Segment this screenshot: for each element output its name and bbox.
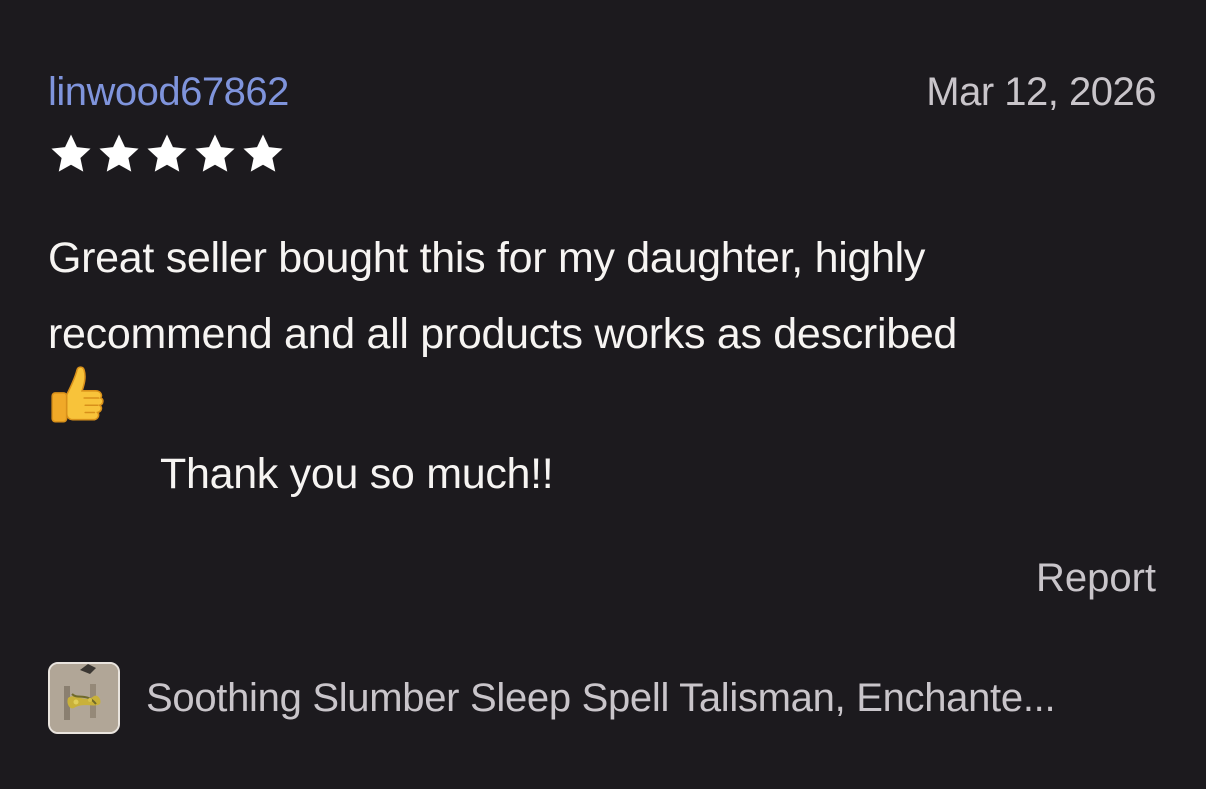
review-card: linwood67862 Mar 12, 2026 Great seller b… (0, 0, 1206, 789)
product-thumbnail[interactable] (48, 662, 120, 734)
seller-reply: Thank you so much!! (160, 450, 554, 498)
star-icon (51, 134, 91, 172)
star-icon (99, 134, 139, 172)
product-title[interactable]: Soothing Slumber Sleep Spell Talisman, E… (146, 674, 1056, 722)
star-icon (195, 134, 235, 172)
star-icon (147, 134, 187, 172)
report-link[interactable]: Report (1036, 554, 1156, 602)
star-rating (48, 131, 286, 177)
talisman-image-icon (50, 664, 118, 732)
review-date: Mar 12, 2026 (926, 70, 1156, 114)
thumbs-up-icon (51, 366, 104, 423)
review-text: Great seller bought this for my daughter… (48, 234, 958, 358)
star-icon (243, 134, 283, 172)
product-link[interactable]: Soothing Slumber Sleep Spell Talisman, E… (48, 660, 1158, 736)
reviewer-username[interactable]: linwood67862 (48, 68, 289, 116)
